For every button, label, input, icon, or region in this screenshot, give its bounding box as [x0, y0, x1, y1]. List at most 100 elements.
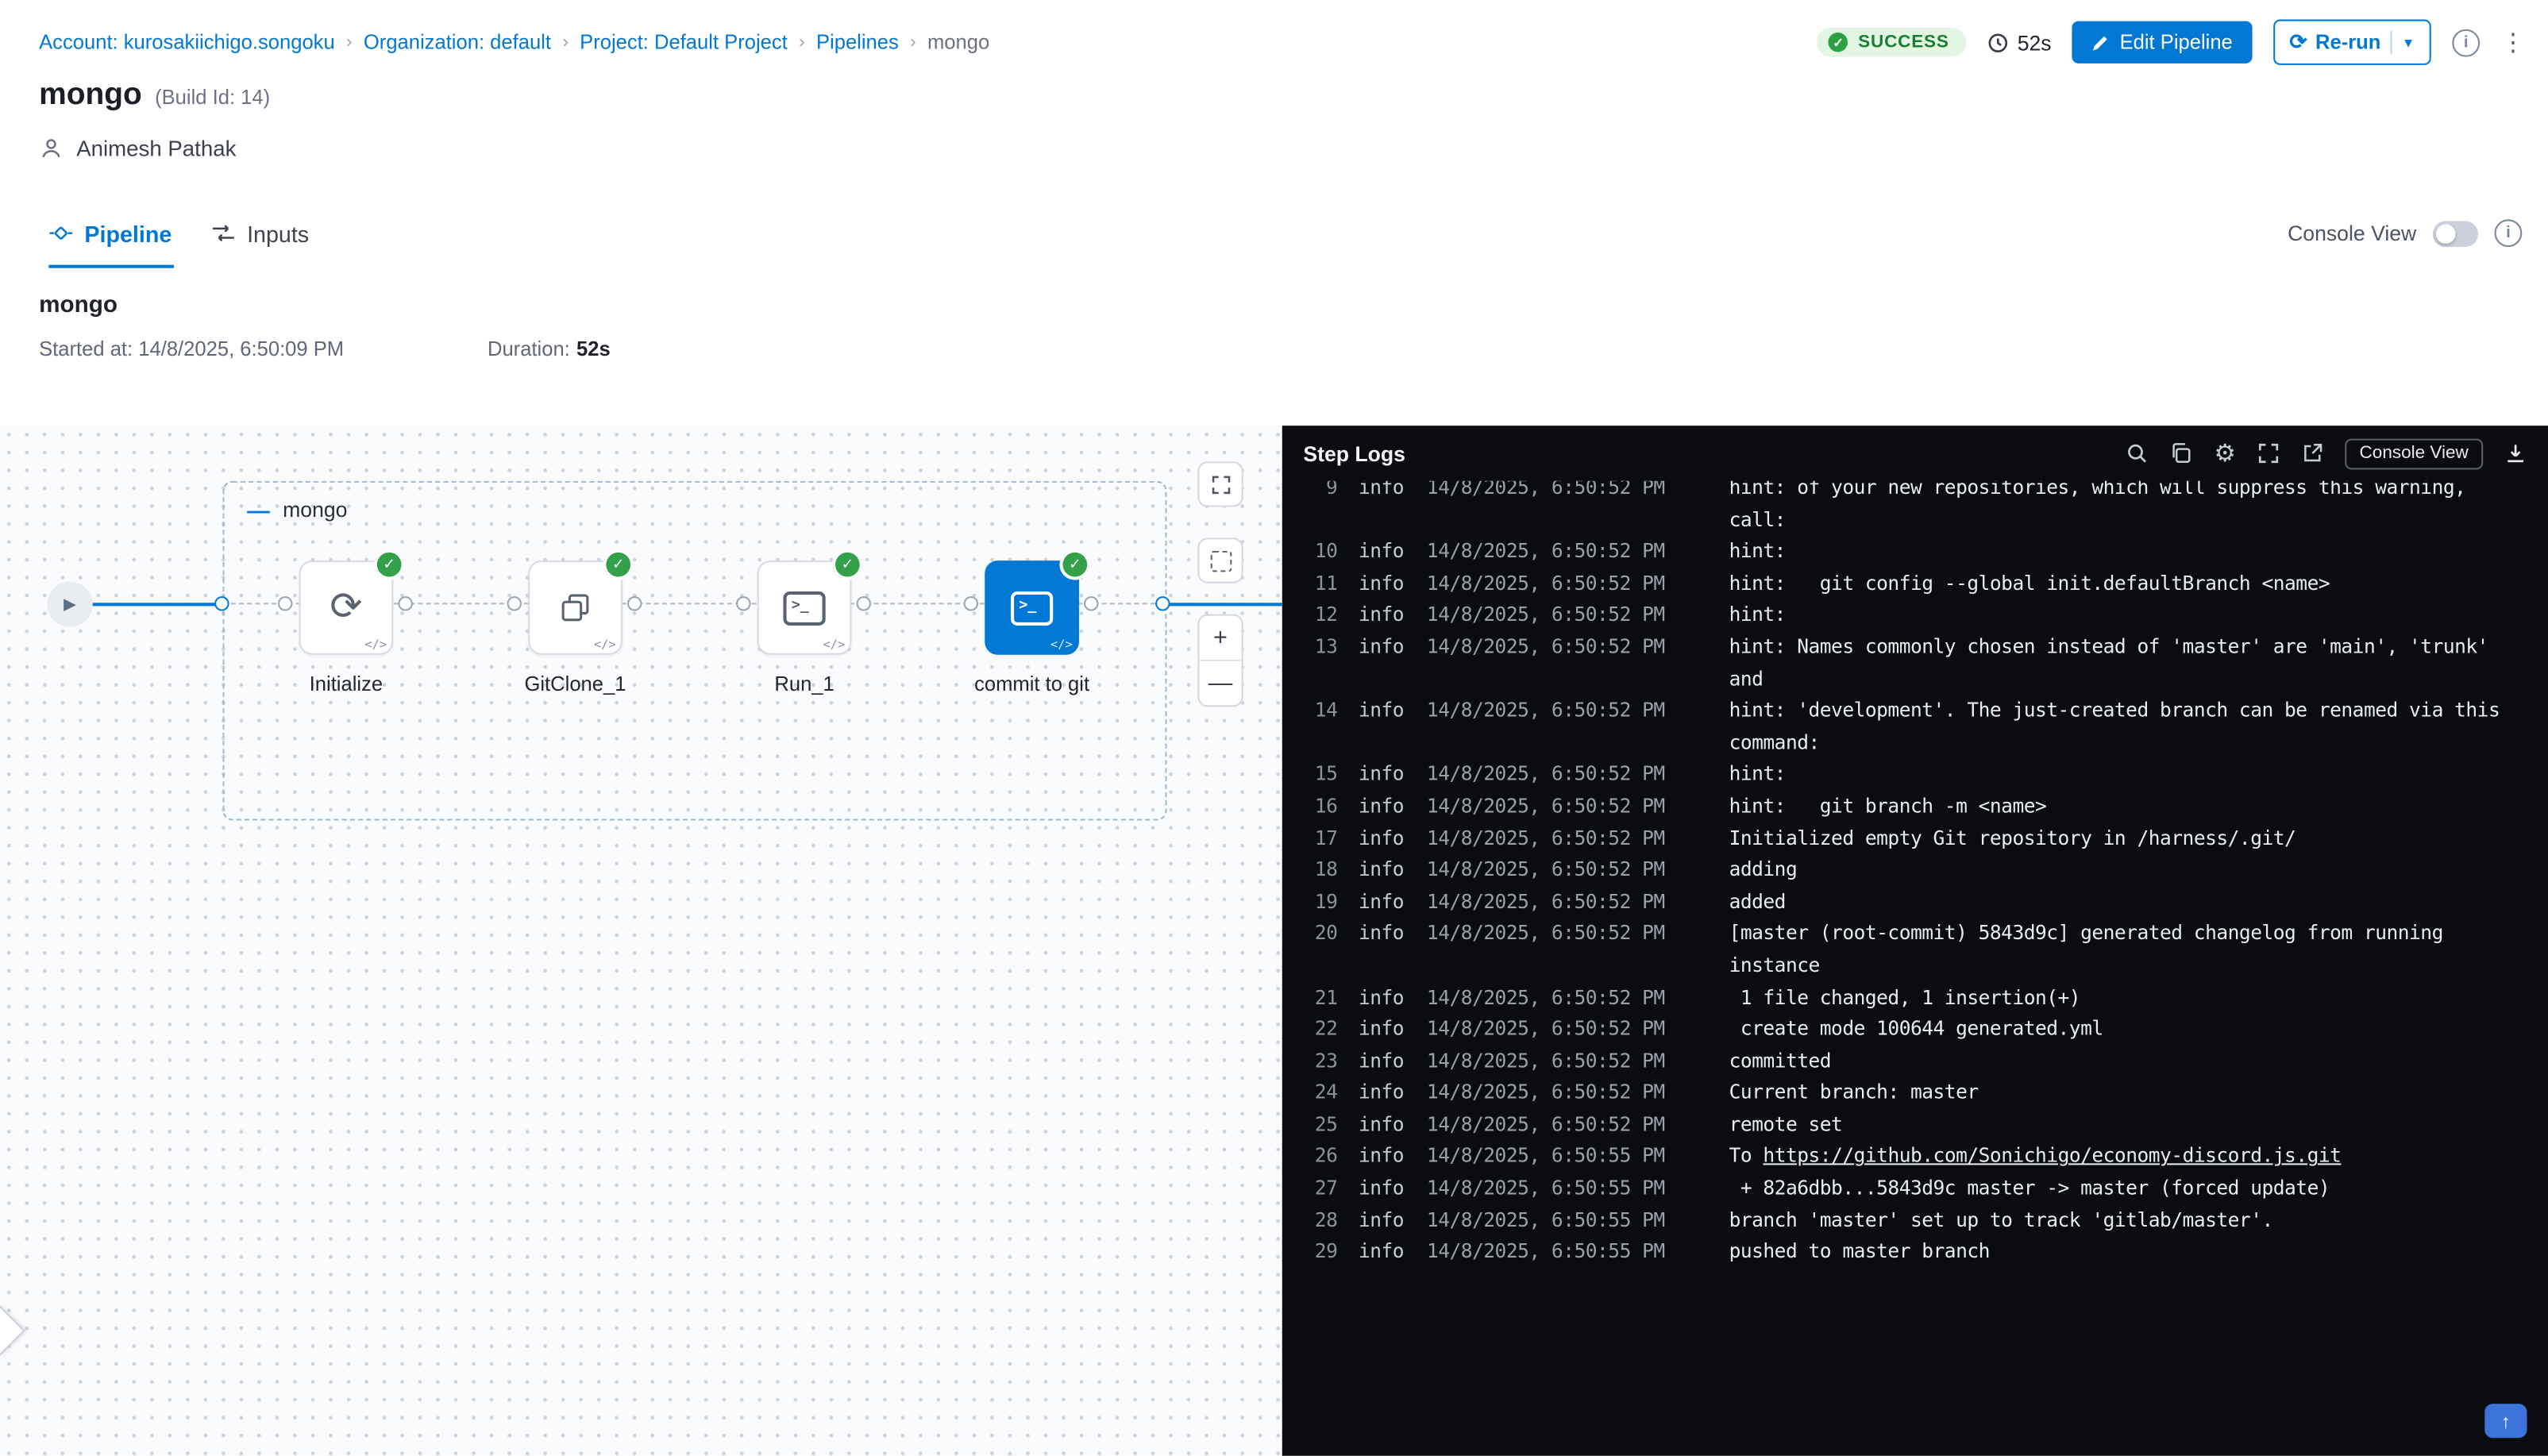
log-level: info: [1359, 1046, 1407, 1077]
pipeline-node-run[interactable]: ✓ >_ </> Run_1: [731, 560, 877, 695]
log-level: info: [1359, 1237, 1407, 1269]
log-level: info: [1359, 982, 1407, 1014]
log-message: To https://github.com/Sonichigo/economy-…: [1729, 1142, 2342, 1173]
log-message: hint: of your new repositories, which wi…: [1729, 481, 2466, 505]
rerun-label: Re-run: [2315, 31, 2380, 54]
marquee-icon: [1210, 550, 1232, 572]
log-timestamp: 14/8/2025, 6:50:52 PM: [1427, 823, 1706, 855]
log-level: info: [1359, 481, 1407, 505]
log-level: [1359, 505, 1407, 537]
step-success-icon: ✓: [377, 553, 402, 577]
pipeline-node-gitclone[interactable]: ✓ </> GitClone_1: [502, 560, 648, 695]
log-settings-icon[interactable]: ⚙: [2214, 441, 2236, 466]
log-download-icon[interactable]: [2504, 442, 2527, 465]
console-view-info-icon[interactable]: i: [2495, 219, 2523, 247]
log-open-external-icon[interactable]: [2301, 442, 2324, 465]
left-drawer-handle[interactable]: [0, 1305, 25, 1356]
success-check-icon: ✓: [1829, 33, 1848, 52]
connector-solid-line: [93, 603, 223, 606]
code-icon: </>: [823, 637, 846, 651]
log-body[interactable]: 9info14/8/2025, 6:50:52 PMhint: of your …: [1282, 481, 2548, 1456]
tab-pipeline[interactable]: Pipeline: [48, 198, 172, 268]
log-level: info: [1359, 568, 1407, 600]
breadcrumb-organization[interactable]: Organization: default: [364, 31, 551, 54]
log-message: command:: [1729, 727, 1820, 759]
log-line-number: 12: [1315, 600, 1338, 632]
canvas-fullscreen-button[interactable]: [1197, 461, 1243, 507]
log-level: info: [1359, 1110, 1407, 1142]
node-card: ✓ ⟳ </>: [299, 560, 394, 655]
duration-indicator: 52s: [1988, 30, 2052, 55]
chevron-down-icon[interactable]: ▼: [2402, 35, 2415, 49]
log-line-number: 27: [1315, 1173, 1338, 1205]
log-timestamp: 14/8/2025, 6:50:52 PM: [1427, 1014, 1706, 1046]
pipeline-node-commit-to-git[interactable]: ✓ >_ </> commit to git: [958, 560, 1104, 695]
breadcrumb-pipelines[interactable]: Pipelines: [816, 31, 899, 54]
more-options-icon[interactable]: ⋮: [2501, 30, 2526, 55]
log-level: [1359, 950, 1407, 982]
log-row: 18info14/8/2025, 6:50:52 PMadding: [1282, 855, 2548, 887]
page-title: mongo (Build Id: 14): [39, 78, 270, 114]
duration-label: Duration:: [488, 338, 570, 361]
pipeline-node-initialize[interactable]: ✓ ⟳ </> Initialize: [273, 560, 419, 695]
play-icon: ▶: [64, 595, 76, 614]
log-message: create mode 100644 generated.yml: [1729, 1014, 2103, 1046]
log-level: [1359, 727, 1407, 759]
log-row: 22info14/8/2025, 6:50:52 PM create mode …: [1282, 1014, 2548, 1046]
breadcrumb-project[interactable]: Project: Default Project: [580, 31, 788, 54]
collapse-stage-icon[interactable]: —: [247, 498, 270, 521]
header-actions: ✓ SUCCESS 52s Edit Pipeline ⟳ Re-run ▼ i…: [1818, 21, 2525, 64]
node-label: commit to git: [958, 672, 1104, 695]
log-search-icon[interactable]: [2126, 442, 2149, 465]
canvas-select-button[interactable]: [1197, 537, 1243, 583]
scroll-to-top-button[interactable]: ↑: [2484, 1404, 2527, 1438]
status-label: SUCCESS: [1858, 33, 1949, 52]
tab-bar: Pipeline Inputs Console View i: [0, 198, 2548, 270]
log-line-number: 11: [1315, 568, 1338, 600]
log-message: hint: git config --global init.defaultBr…: [1729, 568, 2330, 600]
pipeline-canvas[interactable]: — mongo ▶ ✓ ⟳ </>: [0, 426, 1282, 1456]
log-level: [1359, 664, 1407, 695]
log-row: 25info14/8/2025, 6:50:52 PMremote set: [1282, 1110, 2548, 1142]
log-row: command:: [1282, 727, 2548, 759]
node-card-selected: ✓ >_ </>: [985, 560, 1079, 655]
log-message: hint:: [1729, 600, 1786, 632]
edit-pipeline-button[interactable]: Edit Pipeline: [2072, 21, 2252, 64]
user-avatar-icon: [39, 137, 64, 161]
log-row: 12info14/8/2025, 6:50:52 PMhint:: [1282, 600, 2548, 632]
log-line-number: 29: [1315, 1237, 1338, 1269]
node-card: ✓ </>: [528, 560, 623, 655]
log-level: info: [1359, 1014, 1407, 1046]
log-row: 20info14/8/2025, 6:50:52 PM[master (root…: [1282, 919, 2548, 950]
log-line-number: 24: [1315, 1077, 1338, 1109]
pipeline-start-node[interactable]: ▶: [47, 582, 92, 627]
log-row: 24info14/8/2025, 6:50:52 PMCurrent branc…: [1282, 1077, 2548, 1109]
zoom-out-button[interactable]: —: [1199, 661, 1241, 705]
edit-pipeline-label: Edit Pipeline: [2120, 31, 2233, 54]
log-copy-icon[interactable]: [2170, 442, 2193, 465]
app: Account: kurosakiichigo.songoku › Organi…: [0, 0, 2548, 1456]
breadcrumb-separator: ›: [799, 33, 805, 52]
step-logs-panel: Step Logs ⚙ Console View: [1282, 426, 2548, 1456]
log-line-number: [1315, 950, 1338, 982]
log-timestamp: 14/8/2025, 6:50:52 PM: [1427, 600, 1706, 632]
log-fullscreen-icon[interactable]: [2257, 442, 2280, 465]
breadcrumb-separator: ›: [562, 33, 569, 52]
zoom-in-button[interactable]: +: [1199, 616, 1241, 660]
started-at: Started at: 14/8/2025, 6:50:09 PM: [39, 338, 344, 361]
stage-name: mongo: [39, 292, 118, 318]
log-message: hint: Names commonly chosen instead of '…: [1729, 632, 2488, 664]
console-view-toggle[interactable]: [2433, 220, 2478, 246]
info-icon[interactable]: i: [2452, 29, 2480, 56]
log-message: branch 'master' set up to track 'gitlab/…: [1729, 1205, 2273, 1237]
breadcrumb-separator: ›: [910, 33, 916, 52]
rerun-button[interactable]: ⟳ Re-run ▼: [2273, 20, 2431, 65]
breadcrumb-account[interactable]: Account: kurosakiichigo.songoku: [39, 31, 335, 54]
port: [1155, 596, 1170, 611]
log-link[interactable]: https://github.com/Sonichigo/economy-dis…: [1763, 1145, 2341, 1168]
log-timestamp: 14/8/2025, 6:50:52 PM: [1427, 855, 1706, 887]
tab-inputs[interactable]: Inputs: [211, 198, 309, 268]
log-message: Initialized empty Git repository in /har…: [1729, 823, 2296, 855]
log-panel-title: Step Logs: [1303, 441, 1405, 466]
console-view-button[interactable]: Console View: [2345, 438, 2483, 469]
